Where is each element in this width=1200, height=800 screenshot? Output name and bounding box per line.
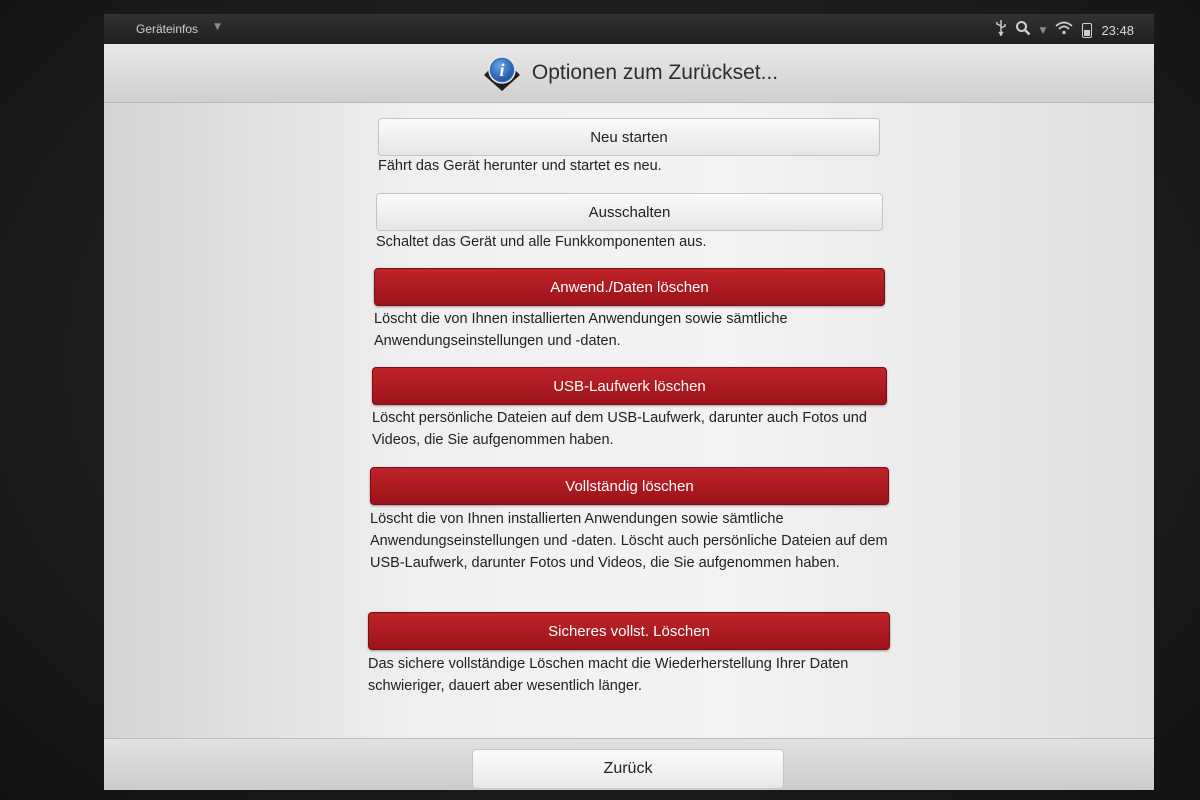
- app-menu-caret-icon[interactable]: ▼: [214, 22, 221, 32]
- page-title: Optionen zum Zurückset...: [531, 61, 779, 84]
- status-icons: ▼ 23:48: [995, 20, 1134, 41]
- back-button[interactable]: Zurück: [472, 749, 784, 789]
- info-icon: i: [480, 51, 524, 95]
- secure-full-erase-button[interactable]: Sicheres vollst. Löschen: [368, 612, 890, 650]
- dialog-header: i Optionen zum Zurückset...: [104, 44, 1154, 103]
- delete-usb-drive-description: Löscht persönliche Dateien auf dem USB-L…: [372, 410, 867, 448]
- secure-full-erase-description: Das sichere vollständige Löschen macht d…: [368, 656, 849, 694]
- dialog-footer: Zurück: [104, 738, 1154, 790]
- delete-apps-data-description: Löscht die von Ihnen installierten Anwen…: [374, 311, 788, 349]
- svg-text:i: i: [499, 60, 504, 80]
- status-clock[interactable]: 23:48: [1101, 23, 1134, 38]
- restart-description: Fährt das Gerät herunter und startet es …: [378, 158, 662, 174]
- reset-options-list: Neu starten Fährt das Gerät herunter und…: [104, 103, 1154, 738]
- battery-icon[interactable]: [1082, 23, 1093, 38]
- restart-button[interactable]: Neu starten: [378, 118, 880, 156]
- shutdown-description: Schaltet das Gerät und alle Funkkomponen…: [376, 234, 707, 250]
- full-erase-button[interactable]: Vollständig löschen: [370, 467, 889, 505]
- delete-apps-data-button[interactable]: Anwend./Daten löschen: [374, 268, 885, 306]
- status-app-name[interactable]: Geräteinfos: [136, 22, 198, 36]
- search-caret-icon[interactable]: ▼: [1040, 26, 1047, 36]
- wifi-icon[interactable]: [1055, 21, 1074, 40]
- device-screen: Geräteinfos ▼ ▼ 23:48 i Optionen zum Zur…: [104, 14, 1154, 790]
- delete-usb-drive-button[interactable]: USB-Laufwerk löschen: [372, 367, 887, 405]
- status-bar: Geräteinfos ▼ ▼ 23:48: [104, 14, 1154, 44]
- usb-icon[interactable]: [995, 20, 1006, 41]
- shutdown-button[interactable]: Ausschalten: [376, 193, 883, 231]
- search-icon[interactable]: [1015, 20, 1031, 41]
- full-erase-description: Löscht die von Ihnen installierten Anwen…: [370, 511, 888, 571]
